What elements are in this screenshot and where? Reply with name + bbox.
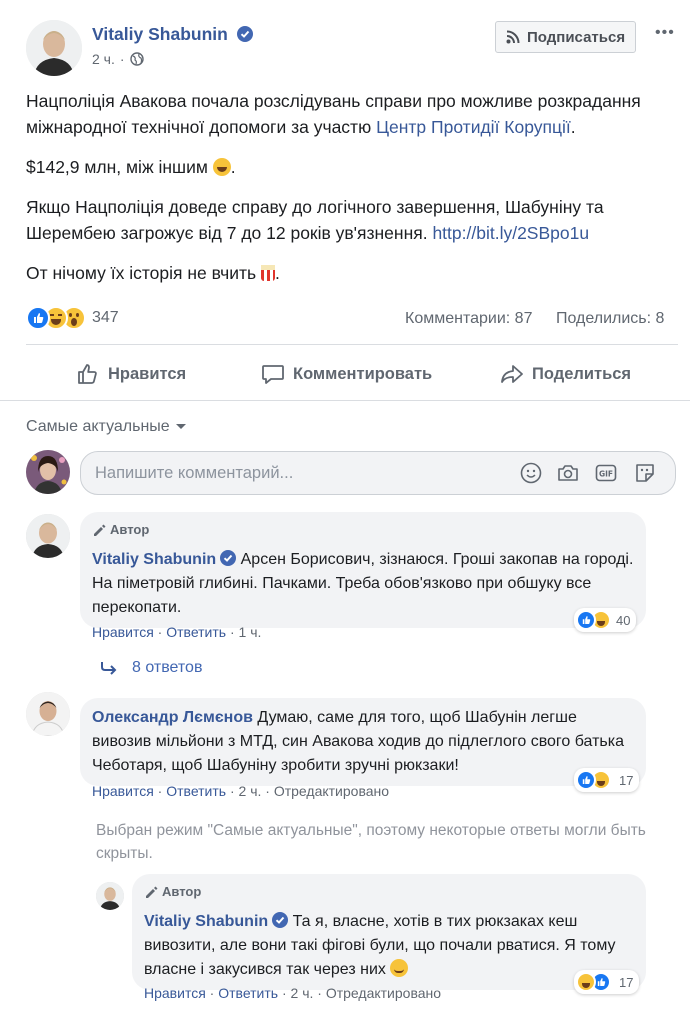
comment-meta: Нравится · Ответить · 2 ч. · Отредактиро…: [92, 783, 390, 799]
view-replies-label: 8 ответов: [132, 659, 203, 676]
shares-count[interactable]: Поделились: 8: [556, 310, 664, 328]
haha-icon: [576, 972, 596, 992]
more-options-icon[interactable]: •••: [655, 24, 675, 42]
comments-sort-dropdown[interactable]: Самые актуальные: [26, 418, 187, 436]
reply-author-name[interactable]: Vitaliy Shabunin: [144, 913, 268, 930]
comment-time[interactable]: 1 ч.: [239, 624, 262, 640]
author-tag-label: Автор: [110, 522, 150, 537]
reply-edited[interactable]: Отредактировано: [326, 985, 441, 1001]
comment-reactions-count: 17: [619, 772, 634, 788]
comment-reply-link[interactable]: Ответить: [166, 783, 226, 799]
sticker-icon[interactable]: [634, 462, 656, 484]
comment-bubble: Олександр Лємєнов Думаю, саме для того, …: [80, 698, 646, 786]
comment-edited[interactable]: Отредактировано: [274, 783, 389, 799]
post-paragraph-2: $142,9 млн, між іншим .: [26, 157, 236, 177]
comment-input-placeholder: Напишите комментарий...: [95, 463, 294, 482]
reply-reactions[interactable]: 17: [574, 970, 640, 994]
share-button[interactable]: Поделиться: [500, 362, 631, 386]
comment-button[interactable]: Комментировать: [261, 362, 432, 386]
post-paragraph-4: От нічому їх історія не вчить .: [26, 263, 280, 283]
sort-label: Самые актуальные: [26, 418, 170, 435]
post-author-line: Vitaliy Shabunin: [92, 24, 253, 45]
reply-reactions-count: 17: [619, 974, 634, 990]
post-link-url[interactable]: http://bit.ly/2SBpo1u: [432, 223, 589, 243]
emoji-icon[interactable]: [520, 462, 542, 484]
author-tag: Автор: [144, 880, 634, 904]
reply-reply-link[interactable]: Ответить: [218, 985, 278, 1001]
reply-arrow-icon: [101, 662, 117, 675]
post-body: Нацполіція Авакова почала розслідувань с…: [26, 88, 666, 286]
reply-author-avatar[interactable]: [96, 882, 124, 910]
rss-icon: [506, 30, 520, 44]
post-paragraph-1: Нацполіція Авакова почала розслідувань с…: [26, 91, 641, 137]
like-icon: [576, 610, 596, 630]
comment-reactions[interactable]: 17: [574, 768, 640, 792]
meta-dot: ·: [119, 51, 125, 67]
comment-content: Vitaliy Shabunin Арсен Борисович, зізнаю…: [92, 548, 634, 620]
comment-author-name[interactable]: Олександр Лємєнов: [92, 709, 253, 726]
hidden-replies-notice: Выбран режим "Самые актуальные", поэтому…: [96, 822, 646, 862]
subscribe-label: Подписаться: [527, 28, 626, 46]
view-replies-link[interactable]: 8 ответов: [100, 659, 202, 677]
reply-meta: Нравится · Ответить · 2 ч. · Отредактиро…: [144, 985, 442, 1001]
reactions-count: 347: [92, 309, 119, 326]
like-label: Нравится: [108, 364, 187, 383]
post-meta: 2 ч. ·: [92, 51, 144, 67]
reactions-summary[interactable]: 347: [26, 306, 119, 330]
like-icon: [26, 306, 50, 330]
post-author-name[interactable]: Vitaliy Shabunin: [92, 24, 228, 44]
thumbs-up-icon: [78, 364, 97, 384]
comments-count[interactable]: Комментарии: 87: [405, 310, 532, 328]
comment-icon: [262, 365, 284, 384]
share-label: Поделиться: [532, 364, 632, 383]
post-link-org[interactable]: Центр Протидії Корупції: [376, 117, 571, 137]
comment-input[interactable]: Напишите комментарий...: [80, 451, 676, 495]
globe-icon: [129, 52, 144, 66]
comment-author-avatar[interactable]: [26, 514, 70, 558]
post-author-avatar[interactable]: [26, 20, 82, 76]
current-user-avatar[interactable]: [26, 450, 70, 494]
comment-reactions[interactable]: 40: [574, 608, 637, 632]
rofl-emoji-icon: [212, 158, 231, 176]
comment-bubble: Автор Vitaliy Shabunin Арсен Борисович, …: [80, 512, 646, 628]
pencil-icon: [146, 886, 158, 898]
gif-icon[interactable]: GIF: [595, 462, 617, 484]
comment-time[interactable]: 2 ч.: [239, 783, 262, 799]
like-icon: [576, 770, 596, 790]
divider: [0, 400, 690, 401]
author-tag: Автор: [92, 518, 634, 542]
post-paragraph-3: Якщо Нацполіція доведе справу до логічно…: [26, 197, 604, 243]
reply-time[interactable]: 2 ч.: [291, 985, 314, 1001]
verified-icon: [220, 550, 237, 566]
comment-author-name[interactable]: Vitaliy Shabunin: [92, 551, 216, 568]
comment-like-link[interactable]: Нравится: [92, 624, 154, 640]
comment-label: Комментировать: [293, 364, 433, 383]
post-time[interactable]: 2 ч.: [92, 51, 115, 67]
pencil-icon: [94, 524, 106, 536]
smile-emoji-icon: [390, 959, 409, 977]
caret-down-icon: [175, 424, 186, 429]
popcorn-emoji-icon: [261, 265, 276, 281]
camera-icon[interactable]: [557, 462, 579, 484]
comment-like-link[interactable]: Нравится: [92, 783, 154, 799]
comment-meta: Нравится · Ответить · 1 ч.: [92, 624, 262, 640]
verified-icon: [272, 912, 289, 928]
divider: [26, 344, 678, 345]
reply-content: Vitaliy Shabunin Та я, власне, хотів в т…: [144, 910, 634, 982]
reply-bubble: Автор Vitaliy Shabunin Та я, власне, хот…: [132, 874, 646, 990]
verified-icon: [236, 26, 253, 42]
comment-author-avatar[interactable]: [26, 692, 70, 736]
like-button[interactable]: Нравится: [76, 362, 186, 386]
share-icon: [501, 365, 523, 383]
author-tag-label: Автор: [162, 884, 202, 899]
reply-like-link[interactable]: Нравится: [144, 985, 206, 1001]
comment-reactions-count: 40: [616, 612, 631, 628]
subscribe-button[interactable]: Подписаться: [495, 21, 637, 53]
comment-reply-link[interactable]: Ответить: [166, 624, 226, 640]
svg-text:GIF: GIF: [599, 470, 613, 479]
